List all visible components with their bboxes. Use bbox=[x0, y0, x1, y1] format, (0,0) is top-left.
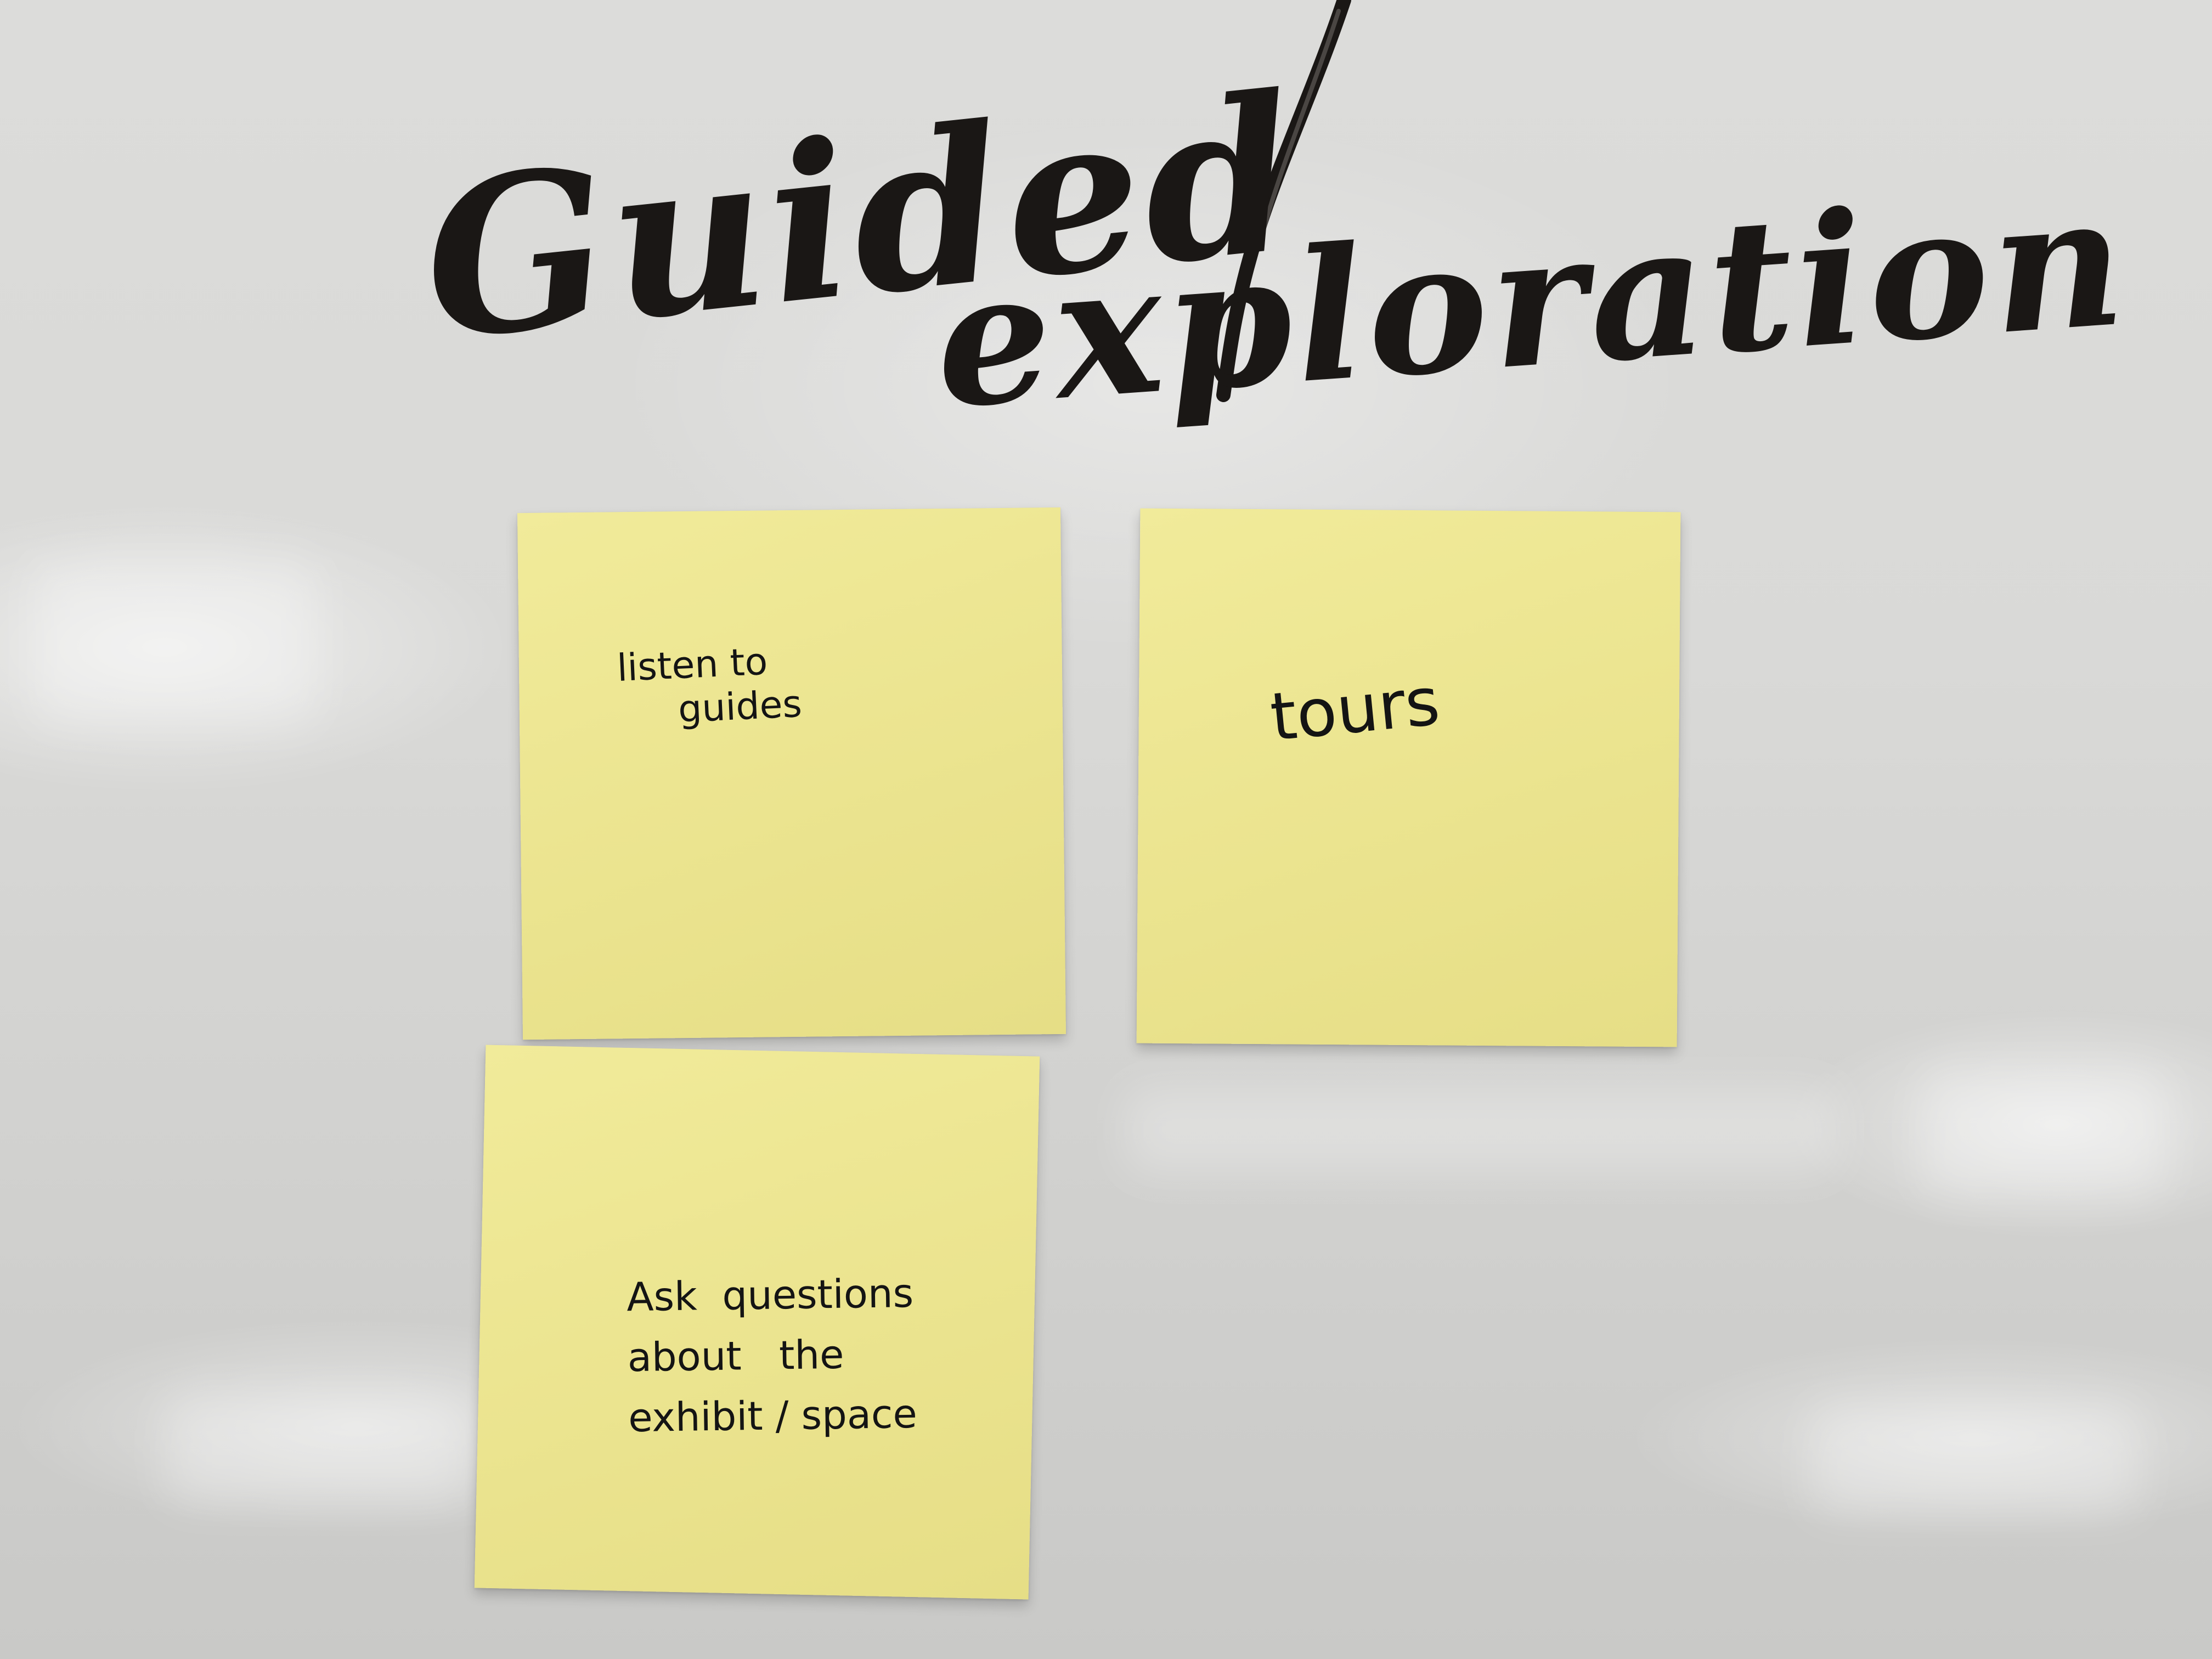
sticky-note-text: Ask questions about the exhibit / space bbox=[626, 1269, 918, 1441]
sticky-note: listen to guides bbox=[517, 507, 1066, 1040]
sticky-note: tours bbox=[1136, 508, 1681, 1047]
sticky-note: Ask questions about the exhibit / space bbox=[474, 1045, 1040, 1600]
whiteboard: Guided exploration listen to guides tour… bbox=[0, 0, 2212, 1659]
sticky-note-text: tours bbox=[1267, 663, 1443, 757]
sticky-note-text: listen to guides bbox=[616, 640, 803, 735]
